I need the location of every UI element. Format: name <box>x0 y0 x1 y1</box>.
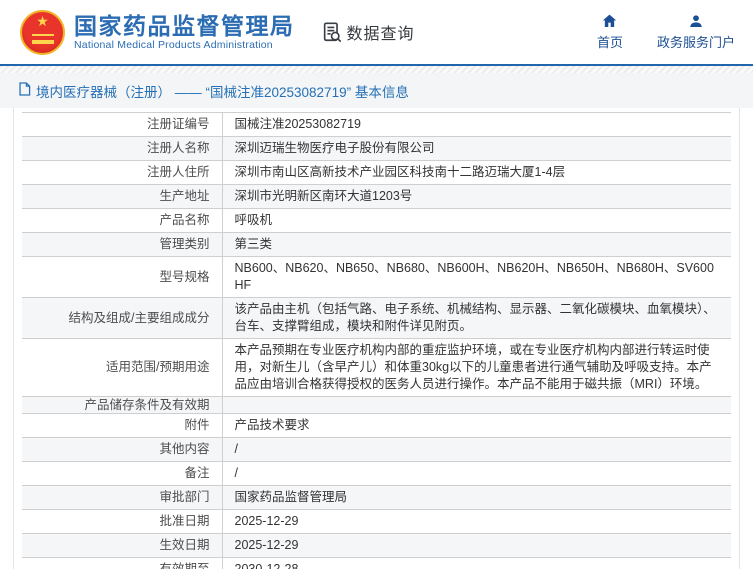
info-table-body: 注册证编号国械注准20253082719注册人名称深圳迈瑞生物医疗电子股份有限公… <box>22 113 731 569</box>
row-label: 产品名称 <box>22 209 222 233</box>
row-value: 深圳迈瑞生物医疗电子股份有限公司 <box>222 137 731 161</box>
row-value: 深圳市南山区高新技术产业园区科技南十二路迈瑞大厦1-4层 <box>222 161 731 185</box>
row-value: 第三类 <box>222 233 731 257</box>
row-label: 审批部门 <box>22 486 222 510</box>
row-value: 2025-12-29 <box>222 534 731 558</box>
row-value: 2030-12-28 <box>222 558 731 569</box>
page-header: ★ 国家药品监督管理局 National Medical Products Ad… <box>0 0 753 66</box>
breadcrumb-text: 境内医疗器械（注册） —— “国械注准20253082719” 基本信息 <box>36 81 409 101</box>
table-row: 附件产品技术要求 <box>22 414 731 438</box>
breadcrumb: 境内医疗器械（注册） —— “国械注准20253082719” 基本信息 <box>0 73 753 108</box>
data-query-section[interactable]: 数据查询 <box>321 20 415 44</box>
row-value: 深圳市光明新区南环大道1203号 <box>222 185 731 209</box>
data-query-label: 数据查询 <box>347 20 415 44</box>
row-label: 型号规格 <box>22 257 222 298</box>
table-row: 型号规格NB600、NB620、NB650、NB680、NB600H、NB620… <box>22 257 731 298</box>
document-search-icon <box>321 21 343 43</box>
row-value: 本产品预期在专业医疗机构内部的重症监护环境，或在专业医疗机构内部进行转运时使用，… <box>222 339 731 397</box>
table-row: 注册人名称深圳迈瑞生物医疗电子股份有限公司 <box>22 137 731 161</box>
row-value: 呼吸机 <box>222 209 731 233</box>
table-row: 生效日期2025-12-29 <box>22 534 731 558</box>
row-label: 生效日期 <box>22 534 222 558</box>
row-value: 国家药品监督管理局 <box>222 486 731 510</box>
table-row: 批准日期2025-12-29 <box>22 510 731 534</box>
emblem-gate-icon <box>32 34 54 44</box>
registration-info-card: 注册证编号国械注准20253082719注册人名称深圳迈瑞生物医疗电子股份有限公… <box>13 108 740 569</box>
row-label: 生产地址 <box>22 185 222 209</box>
nav-item-label: 政务服务门户 <box>657 32 735 51</box>
row-label: 有效期至 <box>22 558 222 569</box>
agency-title-en: National Medical Products Administration <box>74 39 295 52</box>
row-label: 附件 <box>22 414 222 438</box>
table-row: 其他内容/ <box>22 438 731 462</box>
row-label: 注册人名称 <box>22 137 222 161</box>
nav-item-gov-portal[interactable]: 政务服务门户 <box>657 13 735 51</box>
table-row: 产品名称呼吸机 <box>22 209 731 233</box>
table-row: 注册人住所深圳市南山区高新技术产业园区科技南十二路迈瑞大厦1-4层 <box>22 161 731 185</box>
header-stripe-divider <box>0 66 753 73</box>
row-value: / <box>222 462 731 486</box>
row-label: 注册人住所 <box>22 161 222 185</box>
document-icon <box>18 82 36 99</box>
home-icon <box>601 13 618 29</box>
row-value: 国械注准20253082719 <box>222 113 731 137</box>
table-row: 管理类别第三类 <box>22 233 731 257</box>
table-row: 有效期至2030-12-28 <box>22 558 731 569</box>
registration-info-table: 注册证编号国械注准20253082719注册人名称深圳迈瑞生物医疗电子股份有限公… <box>22 112 731 569</box>
row-value: / <box>222 438 731 462</box>
row-label: 管理类别 <box>22 233 222 257</box>
agency-title-cn: 国家药品监督管理局 <box>74 13 295 39</box>
table-row: 适用范围/预期用途本产品预期在专业医疗机构内部的重症监护环境，或在专业医疗机构内… <box>22 339 731 397</box>
row-value: NB600、NB620、NB650、NB680、NB600H、NB620H、NB… <box>222 257 731 298</box>
row-label: 产品储存条件及有效期 <box>22 397 222 414</box>
table-row: 注册证编号国械注准20253082719 <box>22 113 731 137</box>
agency-title-block: 国家药品监督管理局 National Medical Products Admi… <box>74 13 295 52</box>
row-label: 适用范围/预期用途 <box>22 339 222 397</box>
nav-item-label: 首页 <box>597 32 623 51</box>
row-label: 批准日期 <box>22 510 222 534</box>
national-emblem-logo: ★ <box>20 10 65 55</box>
table-row: 生产地址深圳市光明新区南环大道1203号 <box>22 185 731 209</box>
row-value: 该产品由主机（包括气路、电子系统、机械结构、显示器、二氧化碳模块、血氧模块）、台… <box>222 298 731 339</box>
person-icon <box>688 13 704 29</box>
row-value: 2025-12-29 <box>222 510 731 534</box>
row-label: 结构及组成/主要组成成分 <box>22 298 222 339</box>
nav-item-home[interactable]: 首页 <box>597 13 623 51</box>
table-row: 结构及组成/主要组成成分该产品由主机（包括气路、电子系统、机械结构、显示器、二氧… <box>22 298 731 339</box>
row-label: 其他内容 <box>22 438 222 462</box>
table-row: 审批部门国家药品监督管理局 <box>22 486 731 510</box>
row-value: 产品技术要求 <box>222 414 731 438</box>
row-label: 注册证编号 <box>22 113 222 137</box>
table-row: 产品储存条件及有效期 <box>22 397 731 414</box>
row-value <box>222 397 731 414</box>
top-navigation: 首页 政务服务门户 <box>597 13 735 51</box>
row-label: 备注 <box>22 462 222 486</box>
emblem-star-icon: ★ <box>22 14 63 28</box>
table-row: 备注/ <box>22 462 731 486</box>
